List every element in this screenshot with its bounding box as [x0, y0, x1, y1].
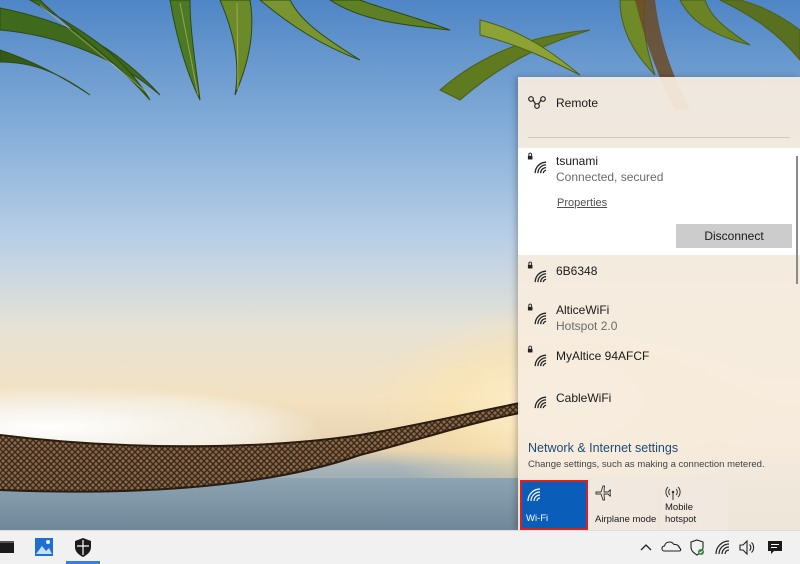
- wifi-secured-icon: [527, 261, 547, 283]
- notification-icon[interactable]: [764, 531, 786, 564]
- airplane-tile-label: Airplane mode: [595, 514, 657, 525]
- terminal-icon[interactable]: [0, 531, 20, 564]
- vpn-remote-label: Remote: [556, 96, 599, 110]
- vpn-icon: [528, 96, 546, 109]
- network-flyout: Remote tsunami Connected, secured Proper…: [518, 77, 800, 530]
- mobile-hotspot-tile[interactable]: Mobile hotspot: [660, 480, 728, 530]
- network-settings-subtitle: Change settings, such as making a connec…: [528, 459, 765, 470]
- wifi-tile-label: Wi-Fi: [526, 513, 549, 524]
- airplane-mode-tile[interactable]: Airplane mode: [590, 480, 658, 530]
- network-name: CableWiFi: [556, 391, 612, 405]
- network-item[interactable]: CableWiFi: [518, 385, 800, 429]
- network-settings-link[interactable]: Network & Internet settings: [528, 441, 678, 455]
- onedrive-icon[interactable]: [660, 531, 682, 564]
- defender-icon[interactable]: [686, 531, 708, 564]
- volume-icon[interactable]: [736, 531, 758, 564]
- network-item[interactable]: AlticeWiFi Hotspot 2.0: [518, 299, 800, 347]
- taskbar: [0, 530, 800, 564]
- disconnect-button[interactable]: Disconnect: [676, 224, 792, 248]
- wifi-icon: [527, 488, 541, 502]
- divider: [528, 137, 790, 138]
- wifi-secured-icon: [527, 345, 547, 367]
- hotspot-tile-label: Mobile hotspot: [665, 502, 697, 525]
- hammock: [0, 402, 520, 493]
- wifi-secured-icon: [527, 152, 547, 174]
- vpn-remote-item[interactable]: Remote: [518, 77, 800, 129]
- hotspot-icon: [665, 486, 681, 500]
- wifi-toggle-tile[interactable]: Wi-Fi: [520, 480, 588, 530]
- wifi-icon: [534, 396, 547, 409]
- network-name: MyAltice 94AFCF: [556, 349, 650, 363]
- network-name: AlticeWiFi: [556, 303, 610, 317]
- connected-network-card[interactable]: tsunami Connected, secured Properties Di…: [518, 148, 800, 284]
- airplane-icon: [595, 485, 611, 501]
- properties-link[interactable]: Properties: [557, 197, 607, 209]
- security-icon[interactable]: [68, 531, 98, 564]
- palm-fronds-left: [0, 0, 451, 101]
- wifi-secured-icon: [527, 303, 547, 325]
- connected-network-status: Connected, secured: [556, 170, 664, 184]
- connected-network-name: tsunami: [556, 154, 599, 168]
- photos-icon[interactable]: [30, 531, 58, 564]
- network-subtitle: Hotspot 2.0: [556, 319, 618, 333]
- network-name: 6B6348: [556, 264, 598, 278]
- chevron-up-icon[interactable]: [636, 531, 656, 564]
- network-item[interactable]: 6B6348: [518, 257, 800, 299]
- wifi-icon[interactable]: [712, 531, 734, 564]
